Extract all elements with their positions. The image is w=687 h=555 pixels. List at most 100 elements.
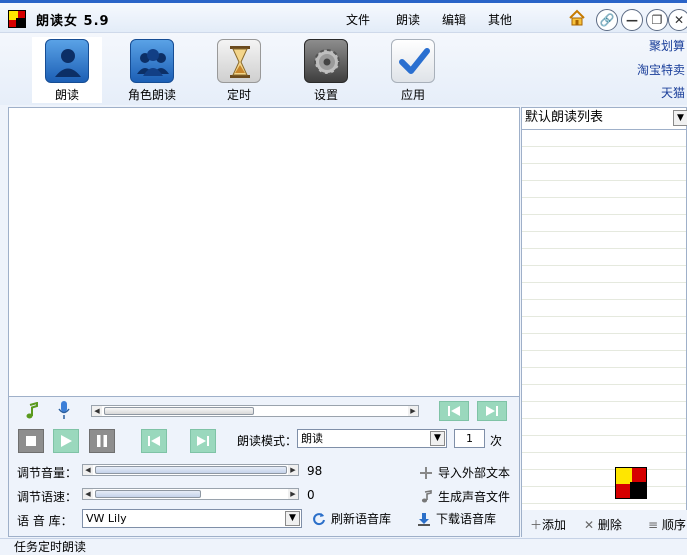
slider-right-icon[interactable]: ▶	[288, 489, 298, 499]
control-panel: ◀ ▶ 朗读模式： 朗读 ▼ 1 次 调节音量： ◀ ▶ 98 调节语速： ◀ …	[8, 397, 520, 537]
playlist-add-button[interactable]: ＋添加	[530, 516, 566, 533]
volume-slider[interactable]: ◀ ▶	[82, 464, 299, 476]
music-note-icon	[421, 489, 432, 502]
close-icon[interactable]: ✕	[668, 9, 687, 31]
tool-role-read-label: 角色朗读	[127, 88, 176, 102]
reading-mode-value: 朗读	[301, 432, 323, 445]
repeat-count-input[interactable]: 1	[454, 429, 485, 448]
voice-select[interactable]: VW Lily ▼	[82, 509, 302, 528]
skip-forward-icon	[486, 406, 498, 416]
title-bar: 朗读女 5.9 文件 朗读 编辑 其他 🔗 — ❐ ✕	[0, 3, 687, 33]
hourglass-icon	[217, 39, 261, 83]
tool-read[interactable]: 朗读	[32, 37, 102, 103]
download-voices-button[interactable]: 下载语音库	[417, 510, 496, 527]
playlist-delete-button[interactable]: ✕ 删除	[584, 516, 622, 533]
generate-audio-label: 生成声音文件	[438, 490, 511, 504]
tool-settings[interactable]: 设置	[291, 37, 361, 103]
people-icon	[130, 39, 174, 83]
app-logo-icon	[615, 467, 647, 499]
skip-back-icon	[148, 436, 160, 446]
prev-track-button[interactable]	[439, 401, 469, 421]
tool-role-read[interactable]: 角色朗读	[117, 37, 187, 103]
progress-scrollbar[interactable]: ◀ ▶	[91, 405, 419, 417]
chevron-down-icon[interactable]: ▼	[673, 110, 687, 126]
download-icon	[418, 512, 430, 526]
tool-timer[interactable]: 定时	[204, 37, 274, 103]
close-icon: ✕	[584, 518, 598, 532]
volume-label: 调节音量：	[17, 466, 78, 480]
link-taobao-sale[interactable]: 淘宝特卖	[637, 61, 685, 78]
play-button[interactable]	[53, 429, 79, 453]
link-tmall[interactable]: 天猫	[661, 84, 685, 101]
playlist-select[interactable]: 默认朗读列表 ▼	[522, 108, 687, 130]
status-bar: 任务定时朗读	[0, 538, 687, 555]
slider-left-icon[interactable]: ◀	[83, 489, 93, 499]
generate-audio-button[interactable]: 生成声音文件	[419, 488, 510, 505]
app-title: 朗读女 5.9	[36, 14, 110, 29]
plus-icon	[420, 466, 432, 479]
menu-other[interactable]: 其他	[488, 11, 512, 28]
person-icon	[45, 39, 89, 83]
home-icon[interactable]	[568, 9, 586, 27]
plus-icon: ＋	[530, 518, 543, 532]
chevron-down-icon[interactable]: ▼	[430, 431, 445, 446]
speed-slider[interactable]: ◀ ▶	[82, 488, 299, 500]
chevron-down-icon[interactable]: ▼	[285, 511, 300, 526]
scroll-right-icon[interactable]: ▶	[408, 406, 418, 416]
maximize-icon[interactable]: ❐	[646, 9, 668, 31]
volume-value: 98	[307, 464, 323, 478]
refresh-icon	[313, 512, 325, 525]
stop-button[interactable]	[18, 429, 44, 453]
speed-label: 调节语速：	[17, 490, 78, 504]
speed-value: 0	[307, 488, 315, 502]
checkmark-icon	[391, 39, 435, 83]
import-text-button[interactable]: 导入外部文本	[419, 464, 510, 481]
scroll-left-icon[interactable]: ◀	[92, 406, 102, 416]
tool-timer-label: 定时	[226, 88, 251, 102]
playlist-list[interactable]	[522, 130, 686, 510]
repeat-unit-label: 次	[490, 434, 503, 448]
voice-value: VW Lily	[86, 512, 127, 525]
reading-mode-select[interactable]: 朗读 ▼	[297, 429, 447, 448]
minimize-icon[interactable]: —	[621, 9, 643, 31]
playlist-toolbar: ＋添加 ✕ 删除 ≡ 顺序	[522, 510, 687, 538]
music-note-icon[interactable]	[24, 402, 40, 420]
tool-apps[interactable]: 应用	[378, 37, 448, 103]
link-juhuasuan[interactable]: 聚划算	[649, 37, 685, 54]
playlist-order-label: 顺序	[661, 518, 686, 532]
speed-fill	[95, 490, 201, 498]
menu-edit[interactable]: 编辑	[442, 11, 466, 28]
playlist-order-button[interactable]: ≡ 顺序	[648, 516, 686, 533]
microphone-icon[interactable]	[57, 400, 71, 420]
link-icon[interactable]: 🔗	[596, 9, 618, 31]
refresh-voices-label: 刷新语音库	[331, 512, 392, 526]
menu-file[interactable]: 文件	[346, 11, 370, 28]
volume-fill	[95, 466, 287, 474]
import-text-label: 导入外部文本	[438, 466, 511, 480]
play-icon	[61, 435, 72, 447]
pause-icon	[97, 435, 107, 447]
download-voices-label: 下载语音库	[436, 512, 497, 526]
tool-settings-label: 设置	[313, 88, 338, 102]
tool-apps-label: 应用	[400, 88, 425, 102]
next-track-button[interactable]	[477, 401, 507, 421]
list-icon: ≡	[648, 518, 662, 532]
text-editor[interactable]	[8, 107, 520, 397]
skip-forward-button[interactable]	[190, 429, 216, 453]
skip-back-icon	[448, 406, 460, 416]
menu-read[interactable]: 朗读	[396, 11, 420, 28]
skip-back-button[interactable]	[141, 429, 167, 453]
gear-icon	[304, 39, 348, 83]
progress-thumb[interactable]	[104, 407, 254, 415]
toolbar: 朗读 角色朗读 定时 设置 应用 聚划算 淘宝特卖 天猫	[0, 33, 687, 105]
pause-button[interactable]	[89, 429, 115, 453]
refresh-voices-button[interactable]: 刷新语音库	[312, 510, 391, 527]
playlist-panel: 默认朗读列表 ▼ ＋添加 ✕ 删除 ≡ 顺序	[521, 107, 687, 538]
slider-left-icon[interactable]: ◀	[83, 465, 93, 475]
stop-icon	[26, 436, 36, 446]
status-text: 任务定时朗读	[14, 540, 87, 554]
playlist-title: 默认朗读列表	[525, 110, 604, 125]
tool-read-label: 朗读	[54, 88, 79, 102]
slider-right-icon[interactable]: ▶	[288, 465, 298, 475]
playlist-delete-label: 删除	[597, 518, 622, 532]
